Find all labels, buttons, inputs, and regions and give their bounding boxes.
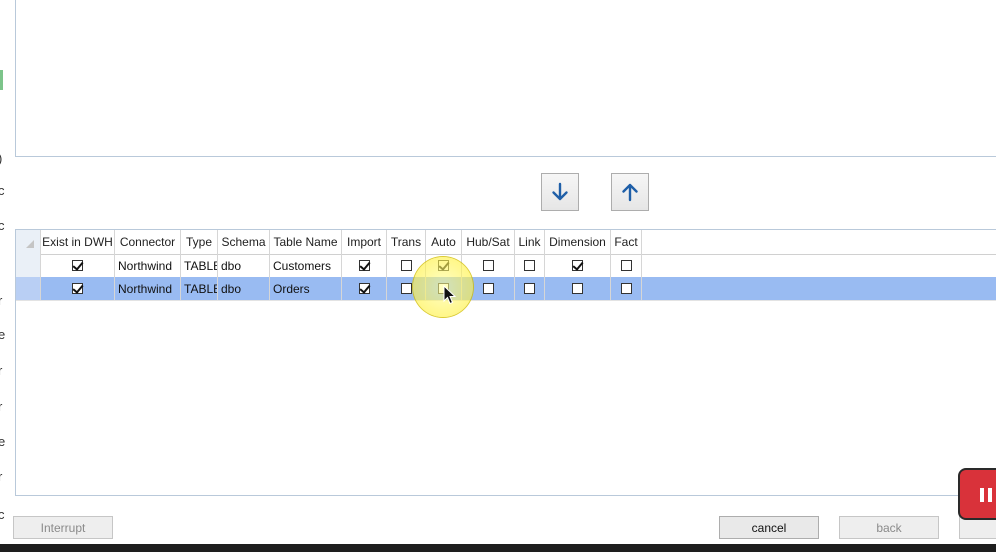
source-list-panel[interactable]	[15, 0, 996, 157]
column-header-table-name[interactable]: Table Name	[270, 230, 342, 254]
dimension-checkbox[interactable]	[572, 283, 583, 294]
table-name-cell[interactable]: Orders	[270, 277, 342, 300]
left-glyph: c	[0, 507, 5, 522]
left-glyph: e	[0, 327, 6, 342]
move-down-button[interactable]	[541, 173, 579, 211]
table-row[interactable]: Northwind TABLE dbo Customers	[16, 254, 996, 278]
column-header-hub-sat[interactable]: Hub/Sat	[462, 230, 515, 254]
fact-cell[interactable]	[611, 254, 642, 277]
column-header-schema[interactable]: Schema	[218, 230, 270, 254]
column-header-link[interactable]: Link	[515, 230, 545, 254]
connector-cell[interactable]: Northwind	[115, 254, 181, 277]
left-glyph: c	[0, 218, 5, 233]
link-checkbox[interactable]	[524, 260, 535, 271]
row-selector[interactable]	[16, 254, 41, 277]
link-checkbox[interactable]	[524, 283, 535, 294]
type-cell[interactable]: TABLE	[181, 254, 218, 277]
pause-icon	[988, 488, 992, 502]
back-button[interactable]: back	[839, 516, 939, 539]
exist-in-dwh-checkbox[interactable]	[72, 260, 83, 271]
left-glyph: e	[0, 434, 6, 449]
left-glyph: r	[0, 399, 3, 414]
column-header-fact[interactable]: Fact	[611, 230, 642, 254]
interrupt-button[interactable]: Interrupt	[13, 516, 113, 539]
taskbar-edge	[0, 544, 996, 552]
arrow-up-icon	[622, 183, 638, 202]
column-header-exist-in-dwh[interactable]: Exist in DWH	[41, 230, 115, 254]
recording-pause-badge[interactable]	[958, 468, 996, 520]
column-header-auto[interactable]: Auto	[426, 230, 462, 254]
left-glyph: )	[0, 152, 2, 166]
tables-grid: Exist in DWH Connector Type Schema Table…	[15, 229, 996, 496]
grid-header: Exist in DWH Connector Type Schema Table…	[16, 230, 996, 255]
fact-cell[interactable]	[611, 277, 642, 300]
arrow-down-icon	[552, 182, 568, 201]
schema-cell[interactable]: dbo	[218, 277, 270, 300]
fact-checkbox[interactable]	[620, 260, 632, 271]
mouse-pointer-icon	[443, 285, 457, 305]
link-cell[interactable]	[515, 277, 545, 300]
left-glyph: r	[0, 293, 3, 308]
trans-checkbox[interactable]	[400, 283, 412, 294]
trans-checkbox[interactable]	[400, 260, 412, 271]
row-selector[interactable]	[16, 277, 41, 300]
column-header-import[interactable]: Import	[342, 230, 387, 254]
dimension-cell[interactable]	[545, 277, 611, 300]
exist-in-dwh-cell[interactable]	[41, 277, 115, 300]
import-checkbox[interactable]	[358, 260, 370, 271]
left-glyph: r	[0, 363, 3, 378]
fact-checkbox[interactable]	[620, 283, 632, 294]
pause-icon	[980, 488, 984, 502]
cancel-button[interactable]: cancel	[719, 516, 819, 539]
column-header-trans[interactable]: Trans	[387, 230, 426, 254]
hub-sat-checkbox[interactable]	[482, 283, 494, 294]
table-row[interactable]: Northwind TABLE dbo Orders	[16, 277, 996, 301]
column-header-type[interactable]: Type	[181, 230, 218, 254]
import-cell[interactable]	[342, 277, 387, 300]
select-all-corner[interactable]	[16, 230, 41, 254]
left-glyph: c	[0, 183, 5, 198]
left-cropped-panel: ) c c r e r r e r c	[0, 0, 8, 552]
exist-in-dwh-checkbox[interactable]	[72, 283, 83, 294]
exist-in-dwh-cell[interactable]	[41, 254, 115, 277]
column-header-connector[interactable]: Connector	[115, 230, 181, 254]
corner-triangle-icon	[26, 240, 34, 248]
column-header-dimension[interactable]: Dimension	[545, 230, 611, 254]
type-cell[interactable]: TABLE	[181, 277, 218, 300]
left-glyph: r	[0, 469, 3, 484]
dimension-cell[interactable]	[545, 254, 611, 277]
schema-cell[interactable]: dbo	[218, 254, 270, 277]
link-cell[interactable]	[515, 254, 545, 277]
import-checkbox[interactable]	[358, 283, 370, 294]
connector-cell[interactable]: Northwind	[115, 277, 181, 300]
hub-sat-checkbox[interactable]	[482, 260, 494, 271]
table-name-cell[interactable]: Customers	[270, 254, 342, 277]
left-indicator	[0, 70, 3, 90]
move-up-button[interactable]	[611, 173, 649, 211]
dimension-checkbox[interactable]	[572, 260, 583, 271]
import-cell[interactable]	[342, 254, 387, 277]
